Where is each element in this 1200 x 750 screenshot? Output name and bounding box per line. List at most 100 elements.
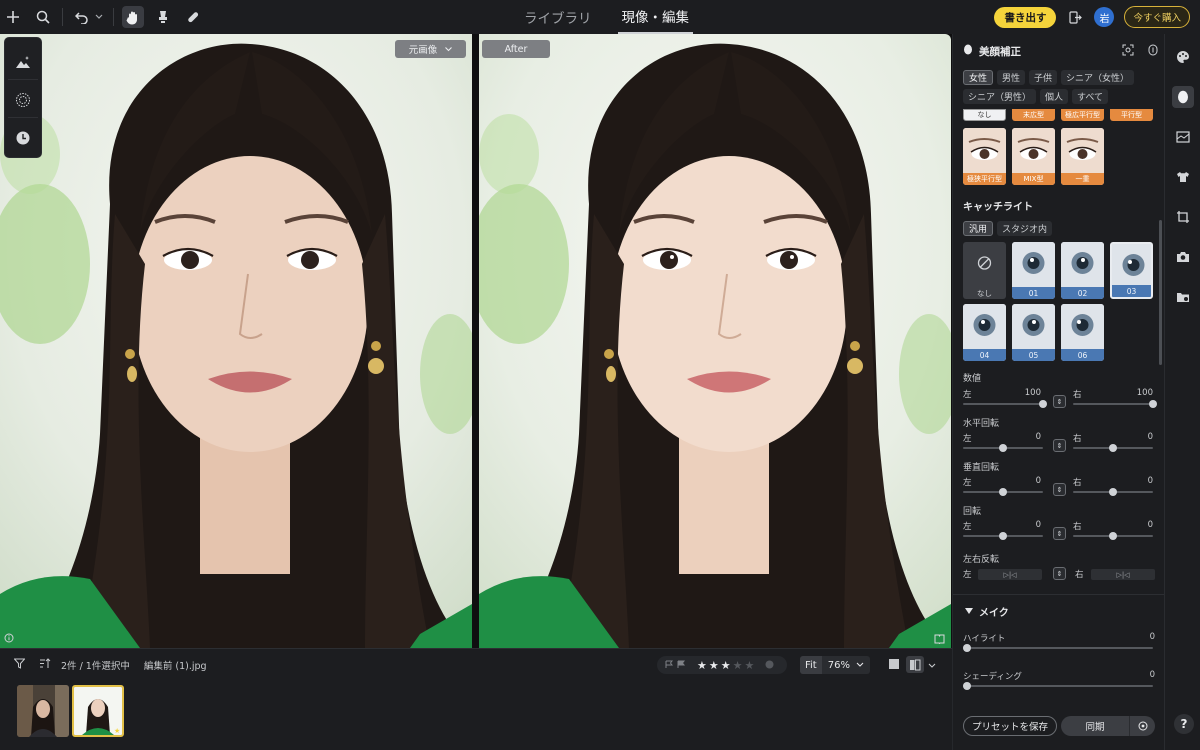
value-right-track[interactable] — [1073, 403, 1153, 405]
star-empty-icon[interactable]: ★ — [745, 659, 755, 672]
link-icon[interactable]: ⇕ — [1053, 527, 1066, 540]
background-icon[interactable] — [1172, 126, 1194, 148]
texture-tool-icon[interactable] — [8, 82, 38, 118]
palette-icon[interactable] — [1172, 46, 1194, 68]
before-view-dropdown[interactable]: 元画像 — [395, 40, 466, 58]
eye-shape-card[interactable]: MIX型 — [1012, 128, 1055, 185]
catchlight-tab-studio[interactable]: スタジオ内 — [997, 221, 1053, 236]
chip-senior-female[interactable]: シニア（女性） — [1061, 70, 1135, 85]
catchlight-none[interactable]: なし — [963, 242, 1006, 299]
clothing-icon[interactable] — [1172, 166, 1194, 188]
undo-icon[interactable] — [71, 6, 93, 28]
star-rating[interactable]: ★ ★ ★ ★ ★ — [697, 659, 754, 672]
face-retouch-icon[interactable] — [1172, 86, 1194, 108]
hrot-right-knob[interactable] — [1109, 444, 1117, 452]
catchlight-option[interactable]: 03 — [1110, 242, 1153, 299]
eye-shape-suehiro[interactable]: 末広型 — [1012, 109, 1055, 121]
add-icon[interactable] — [2, 6, 24, 28]
after-photo[interactable]: After — [479, 34, 951, 648]
catchlight-tab-general[interactable]: 汎用 — [963, 221, 994, 236]
undo-history-chevron-icon[interactable] — [93, 6, 105, 28]
catchlight-option[interactable]: 06 — [1061, 304, 1104, 361]
sync-toggle-icon[interactable] — [1148, 44, 1158, 59]
before-after-view-icon[interactable] — [906, 656, 924, 673]
catchlight-option[interactable]: 02 — [1061, 242, 1104, 299]
chip-senior-male[interactable]: シニア（男性） — [963, 89, 1037, 104]
value-right-knob[interactable] — [1149, 400, 1157, 408]
value-left-track[interactable] — [963, 403, 1043, 405]
star-empty-icon[interactable]: ★ — [733, 659, 743, 672]
shading-knob[interactable] — [963, 682, 971, 690]
shading-track[interactable] — [963, 685, 1153, 687]
bandage-tool-icon[interactable] — [182, 6, 204, 28]
thumbnail-1[interactable] — [17, 685, 69, 737]
catchlight-option[interactable]: 04 — [963, 304, 1006, 361]
search-icon[interactable] — [32, 6, 54, 28]
camera-icon[interactable] — [1172, 246, 1194, 268]
before-photo[interactable]: 元画像 — [0, 34, 472, 648]
auto-adjust-tool-icon[interactable] — [8, 44, 38, 80]
star-filled-icon[interactable]: ★ — [697, 659, 707, 672]
flag-icon[interactable] — [665, 659, 674, 672]
eye-shape-parallel[interactable]: 平行型 — [1110, 109, 1153, 121]
eye-shape-wide-parallel[interactable]: 極広平行型 — [1061, 109, 1104, 121]
chip-individual[interactable]: 個人 — [1040, 89, 1069, 104]
single-view-icon[interactable] — [888, 658, 900, 673]
link-icon[interactable]: ⇕ — [1053, 567, 1066, 580]
zoom-fit-button[interactable]: Fit — [800, 656, 822, 674]
sort-icon[interactable] — [39, 658, 51, 672]
hand-tool-icon[interactable] — [122, 6, 144, 28]
star-filled-icon[interactable]: ★ — [709, 659, 719, 672]
reject-flag-icon[interactable] — [677, 659, 686, 672]
link-icon[interactable]: ⇕ — [1053, 483, 1066, 496]
face-detect-icon[interactable] — [1122, 44, 1134, 59]
book-icon[interactable] — [934, 634, 945, 644]
catchlight-option[interactable]: 01 — [1012, 242, 1055, 299]
chip-female[interactable]: 女性 — [963, 70, 994, 85]
zoom-control[interactable]: Fit 76% — [800, 656, 870, 674]
filter-icon[interactable] — [13, 658, 26, 672]
color-label-icon[interactable] — [765, 659, 774, 672]
highlight-track[interactable] — [963, 647, 1153, 649]
vrot-left-knob[interactable] — [999, 488, 1007, 496]
vrot-right-knob[interactable] — [1109, 488, 1117, 496]
highlight-knob[interactable] — [963, 644, 971, 652]
sync-button[interactable]: 同期 — [1061, 716, 1155, 736]
make-section-header[interactable]: メイク — [965, 604, 1009, 619]
help-button[interactable]: ? — [1174, 714, 1194, 734]
thumbnail-2-selected[interactable]: ★ — [72, 685, 124, 737]
link-icon[interactable]: ⇕ — [1053, 395, 1066, 408]
value-left-knob[interactable] — [1039, 400, 1047, 408]
photo-canvas[interactable]: 元画像 After — [0, 34, 952, 648]
save-preset-button[interactable]: プリセットを保存 — [963, 716, 1057, 736]
link-icon[interactable]: ⇕ — [1053, 439, 1066, 452]
stamp-tool-icon[interactable] — [152, 6, 174, 28]
flip-right-button[interactable]: ▷|◁ — [1091, 569, 1155, 580]
rot-left-knob[interactable] — [999, 532, 1007, 540]
folder-settings-icon[interactable] — [1172, 286, 1194, 308]
chip-male[interactable]: 男性 — [997, 70, 1026, 85]
zoom-value[interactable]: 76% — [822, 660, 856, 671]
hrot-left-knob[interactable] — [999, 444, 1007, 452]
eye-shape-card[interactable]: 極狭平行型 — [963, 128, 1006, 185]
flip-left-button[interactable]: ▷|◁ — [978, 569, 1042, 580]
tab-library[interactable]: ライブラリ — [520, 0, 596, 34]
eye-shape-card[interactable]: 一重 — [1061, 128, 1104, 185]
catchlight-option[interactable]: 05 — [1012, 304, 1055, 361]
buy-now-button[interactable]: 今すぐ購入 — [1124, 6, 1190, 28]
view-mode-chevron-icon[interactable] — [928, 659, 936, 672]
user-avatar[interactable]: 岩 — [1094, 7, 1115, 27]
chip-child[interactable]: 子供 — [1029, 70, 1058, 85]
crop-icon[interactable] — [1172, 206, 1194, 228]
export-button[interactable]: 書き出す — [994, 6, 1057, 28]
sync-settings-icon[interactable] — [1130, 721, 1155, 731]
panel-scrollbar[interactable] — [1159, 220, 1162, 365]
rot-right-knob[interactable] — [1109, 532, 1117, 540]
tab-develop-edit[interactable]: 現像・編集 — [617, 0, 693, 34]
chevron-down-icon[interactable] — [856, 660, 864, 671]
history-clock-icon[interactable] — [8, 120, 38, 156]
info-icon[interactable] — [4, 633, 14, 643]
chip-all[interactable]: すべて — [1072, 89, 1109, 104]
eye-shape-none[interactable]: なし — [963, 109, 1006, 121]
star-filled-icon[interactable]: ★ — [721, 659, 731, 672]
